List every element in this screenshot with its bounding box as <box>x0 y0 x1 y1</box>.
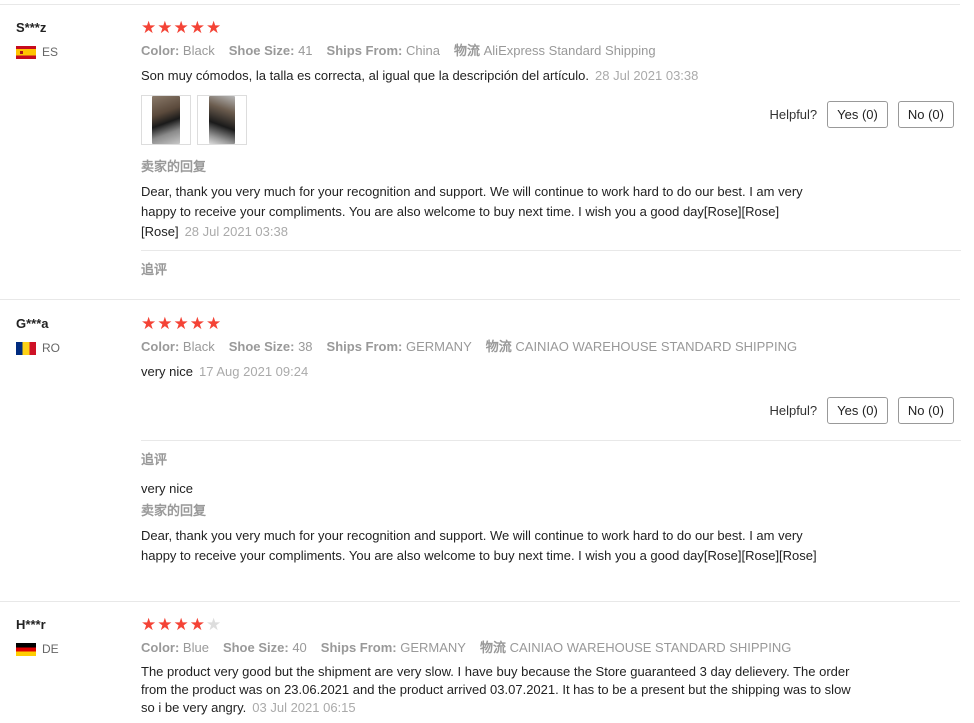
helpful-yes-button[interactable]: Yes (0) <box>827 397 888 424</box>
attr-color: Color: Blue <box>141 640 209 655</box>
reviewer-info: H***r DE <box>16 617 126 656</box>
reviewer-name: S***z <box>16 20 47 35</box>
star-filled-icon: ★ <box>206 18 222 38</box>
attr-shoe-size: Shoe Size: 40 <box>222 640 307 655</box>
star-filled-icon: ★ <box>141 18 157 38</box>
spain-flag-icon <box>16 45 36 59</box>
review-date: 28 Jul 2021 03:38 <box>595 68 699 83</box>
attr-ships-from: Ships From: China <box>326 43 440 58</box>
reviewer-country: DE <box>16 642 126 656</box>
review-divider <box>0 601 960 602</box>
review-text: very nice 17 Aug 2021 09:24 <box>141 364 309 379</box>
review-date: 17 Aug 2021 09:24 <box>199 364 309 379</box>
attr-shoe-size: Shoe Size: 41 <box>228 43 313 58</box>
attr-ships-from: Ships From: GERMANY <box>320 640 466 655</box>
review-divider <box>0 299 960 300</box>
star-filled-icon: ★ <box>157 615 173 635</box>
star-rating: ★ ★ ★ ★ ★ <box>141 314 961 334</box>
helpful-voting: Helpful? Yes (0) No (0) <box>769 101 954 128</box>
product-attributes: Color: Blue Shoe Size: 40 Ships From: GE… <box>141 640 791 656</box>
seller-reply-text: Dear, thank you very much for your recog… <box>141 184 803 239</box>
country-code: DE <box>42 642 59 656</box>
review-photo-thumbnail[interactable] <box>197 95 247 145</box>
additional-review-heading: 追评 <box>141 453 168 468</box>
attr-ships-from: Ships From: GERMANY <box>326 339 472 354</box>
seller-reply-heading: 卖家的回复 <box>141 504 207 519</box>
star-rating: ★ ★ ★ ★ ★ <box>141 615 961 635</box>
review-date: 03 Jul 2021 06:15 <box>252 700 356 715</box>
star-filled-icon: ★ <box>189 615 205 635</box>
seller-reply-heading: 卖家的回复 <box>141 160 207 175</box>
attr-shoe-size: Shoe Size: 38 <box>228 339 313 354</box>
section-divider <box>141 250 961 251</box>
helpful-yes-button[interactable]: Yes (0) <box>827 101 888 128</box>
germany-flag-icon <box>16 642 36 656</box>
star-filled-icon: ★ <box>189 314 205 334</box>
star-filled-icon: ★ <box>141 615 157 635</box>
romania-flag-icon <box>16 341 36 355</box>
helpful-label: Helpful? <box>769 107 818 122</box>
product-attributes: Color: Black Shoe Size: 38 Ships From: G… <box>141 339 797 355</box>
review-text: The product very good but the shipment a… <box>141 664 851 715</box>
reviewer-info: S***z ES <box>16 20 126 59</box>
reviewer-country: ES <box>16 45 126 59</box>
seller-reply-date: 28 Jul 2021 03:38 <box>184 224 288 239</box>
star-filled-icon: ★ <box>157 314 173 334</box>
helpful-no-button[interactable]: No (0) <box>897 101 954 128</box>
star-filled-icon: ★ <box>173 314 189 334</box>
review-text: Son muy cómodos, la talla es correcta, a… <box>141 68 699 83</box>
star-filled-icon: ★ <box>173 615 189 635</box>
attr-logistics: 物流 CAINIAO WAREHOUSE STANDARD SHIPPING <box>479 640 792 655</box>
top-divider <box>0 4 960 5</box>
star-filled-icon: ★ <box>189 18 205 38</box>
reviewer-country: RO <box>16 341 126 355</box>
star-filled-icon: ★ <box>206 314 222 334</box>
star-filled-icon: ★ <box>141 314 157 334</box>
star-rating: ★ ★ ★ ★ ★ <box>141 18 961 38</box>
additional-review-heading: 追评 <box>141 263 168 278</box>
section-divider <box>141 440 961 441</box>
review-photos <box>141 95 247 145</box>
helpful-label: Helpful? <box>769 403 818 418</box>
country-code: RO <box>42 341 60 355</box>
attr-color: Color: Black <box>141 339 215 354</box>
helpful-voting: Helpful? Yes (0) No (0) <box>769 397 954 424</box>
star-filled-icon: ★ <box>173 18 189 38</box>
reviewer-info: G***a RO <box>16 316 126 355</box>
helpful-no-button[interactable]: No (0) <box>897 397 954 424</box>
star-empty-icon: ★ <box>206 615 222 635</box>
star-filled-icon: ★ <box>157 18 173 38</box>
review-photo-thumbnail[interactable] <box>141 95 191 145</box>
reviewer-name: G***a <box>16 316 49 331</box>
attr-logistics: 物流 AliExpress Standard Shipping <box>453 43 656 58</box>
attr-logistics: 物流 CAINIAO WAREHOUSE STANDARD SHIPPING <box>485 339 798 354</box>
seller-reply-text: Dear, thank you very much for your recog… <box>141 528 817 563</box>
reviewer-name: H***r <box>16 617 46 632</box>
followup-text: very nice <box>141 481 194 496</box>
country-code: ES <box>42 45 59 59</box>
product-attributes: Color: Black Shoe Size: 41 Ships From: C… <box>141 43 656 59</box>
attr-color: Color: Black <box>141 43 215 58</box>
